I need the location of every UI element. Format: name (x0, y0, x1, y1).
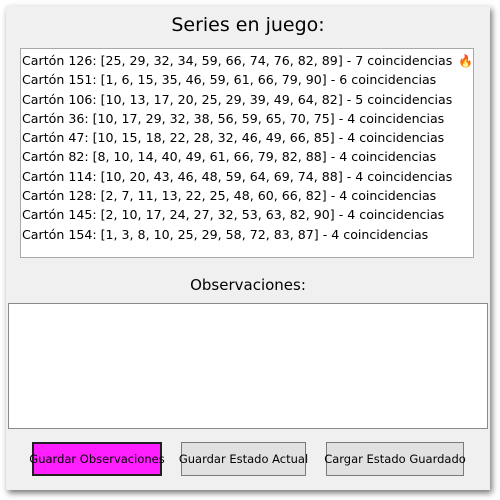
save-state-button[interactable]: Guardar Estado Actual (179, 442, 308, 476)
app-window: Series en juego: Cartón 126: [25, 29, 32… (6, 6, 490, 490)
save-observations-button[interactable]: Guardar Observaciones (29, 442, 165, 476)
series-row-text: Cartón 145: [2, 10, 17, 24, 27, 32, 53, … (22, 207, 445, 223)
observations-textarea[interactable] (8, 303, 488, 429)
series-row[interactable]: Cartón 154: [1, 3, 8, 10, 25, 29, 58, 72… (21, 225, 473, 244)
series-title: Series en juego: (171, 14, 325, 36)
series-row[interactable]: Cartón 47: [10, 15, 18, 22, 28, 32, 46, … (21, 128, 473, 147)
series-row-text: Cartón 151: [1, 6, 15, 35, 46, 59, 61, 6… (22, 72, 437, 88)
series-row-text: Cartón 154: [1, 3, 8, 10, 25, 29, 58, 72… (22, 226, 429, 242)
series-row-text: Cartón 47: [10, 15, 18, 22, 28, 32, 46, … (22, 130, 445, 146)
series-row-text: Cartón 36: [10, 17, 29, 32, 38, 56, 59, … (22, 110, 445, 126)
series-row-text: Cartón 82: [8, 10, 14, 40, 49, 61, 66, 7… (22, 149, 437, 165)
series-row-text: Cartón 106: [10, 13, 17, 20, 25, 29, 39,… (22, 91, 453, 107)
series-row[interactable]: Cartón 114: [10, 20, 43, 46, 48, 59, 64,… (21, 167, 473, 186)
series-row-text: Cartón 114: [10, 20, 43, 46, 48, 59, 64,… (22, 168, 453, 184)
series-row[interactable]: Cartón 126: [25, 29, 32, 34, 59, 66, 74,… (21, 51, 473, 70)
series-row[interactable]: Cartón 106: [10, 13, 17, 20, 25, 29, 39,… (21, 90, 473, 109)
fire-icon: 🔥 (458, 54, 473, 68)
load-state-button[interactable]: Cargar Estado Guardado (324, 442, 466, 476)
series-row[interactable]: Cartón 145: [2, 10, 17, 24, 27, 32, 53, … (21, 205, 473, 224)
series-row[interactable]: Cartón 36: [10, 17, 29, 32, 38, 56, 59, … (21, 109, 473, 128)
series-row-text: Cartón 126: [25, 29, 32, 34, 59, 66, 74,… (22, 53, 453, 68)
series-row[interactable]: Cartón 151: [1, 6, 15, 35, 46, 59, 61, 6… (21, 70, 473, 89)
series-row[interactable]: Cartón 82: [8, 10, 14, 40, 49, 61, 66, 7… (21, 147, 473, 166)
series-row-text: Cartón 128: [2, 7, 11, 13, 22, 25, 48, 6… (22, 188, 437, 204)
series-list[interactable]: Cartón 126: [25, 29, 32, 34, 59, 66, 74,… (20, 48, 474, 258)
observations-title: Observaciones: (190, 276, 306, 294)
series-row[interactable]: Cartón 128: [2, 7, 11, 13, 22, 25, 48, 6… (21, 186, 473, 205)
